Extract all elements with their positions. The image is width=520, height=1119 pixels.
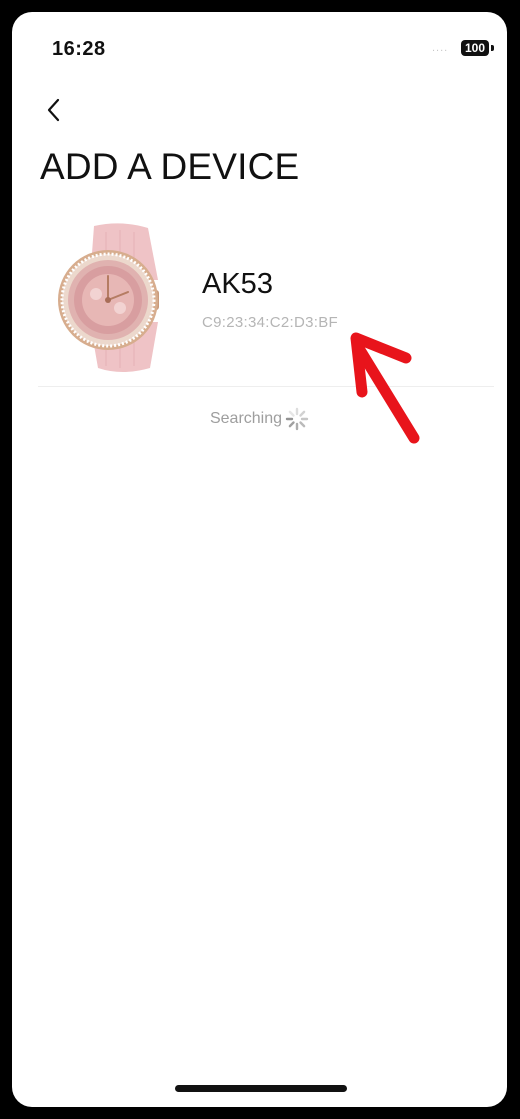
back-button[interactable] [36, 92, 72, 128]
battery-tip [491, 45, 494, 51]
page-title: ADD A DEVICE [40, 146, 300, 187]
status-time: 16:28 [52, 38, 106, 60]
battery-icon: 100 [461, 40, 489, 56]
searching-label: Searching [209, 410, 283, 427]
spinner-icon [285, 407, 309, 431]
chevron-left-icon [47, 98, 60, 122]
signal-icon: .... [432, 42, 449, 54]
status-bar: 16:28 .... 100 [12, 12, 507, 82]
phone-screen: 16:28 .... 100 ADD A DEVICE AK53 C9:23:3… [12, 12, 507, 1107]
device-mac-address: C9:23:34:C2:D3:BF [202, 314, 338, 331]
home-indicator[interactable] [175, 1085, 347, 1092]
device-name: AK53 [202, 268, 273, 300]
red-arrow-icon [350, 332, 420, 444]
searching-status: Searching [12, 404, 507, 434]
pink-smartwatch-image [58, 223, 159, 372]
